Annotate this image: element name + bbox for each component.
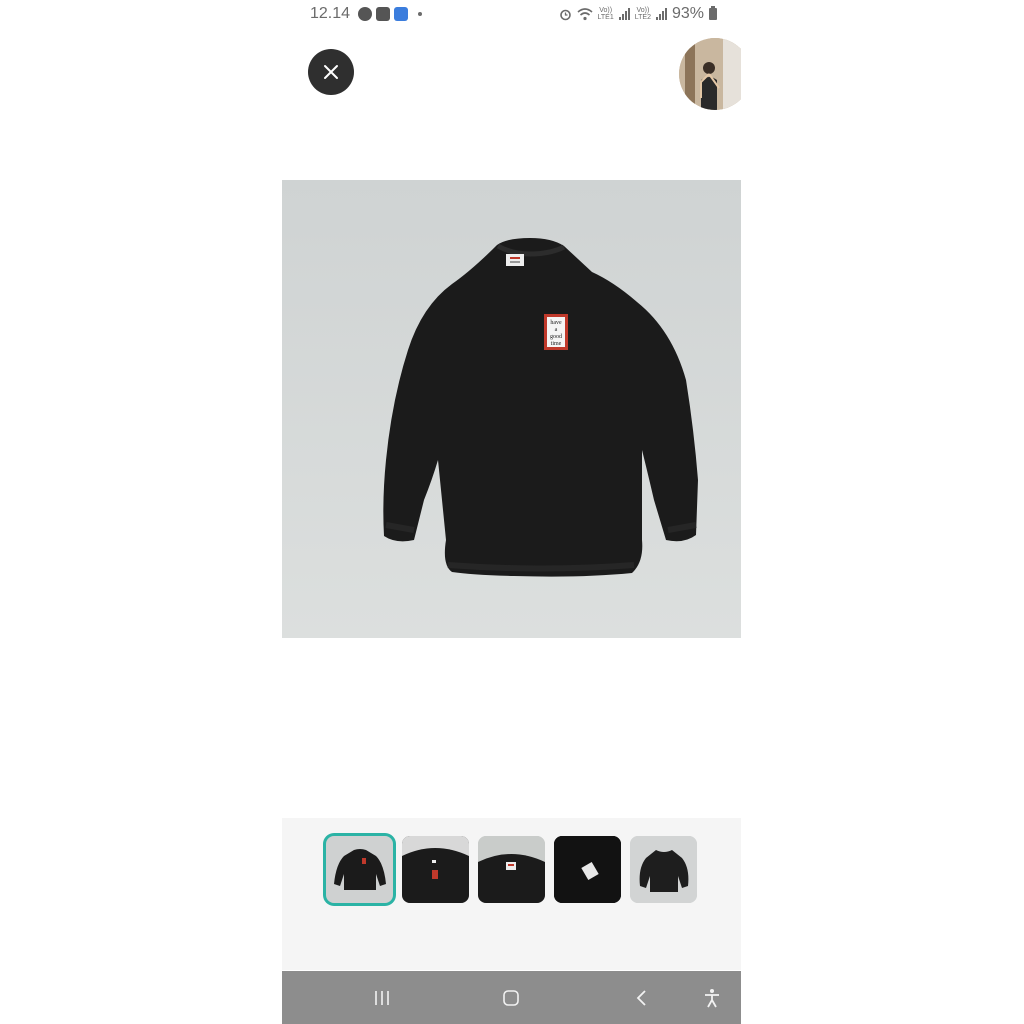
thumbnail-4[interactable] — [554, 836, 621, 903]
lte1-label: Vo)) LTE1 — [598, 7, 614, 21]
app-icon — [376, 7, 390, 21]
more-notifications-dot — [418, 12, 422, 16]
phone-screen: 12.14 Vo)) LTE1 Vo)) LTE2 93% have a goo… — [282, 0, 741, 1024]
signal-1-icon — [618, 8, 630, 20]
alarm-icon — [559, 9, 571, 20]
thumbnail-4-image — [554, 836, 621, 903]
status-time: 12.14 — [310, 5, 351, 22]
back-icon — [636, 989, 646, 1006]
status-bar: 12.14 Vo)) LTE1 Vo)) LTE2 93% — [282, 0, 741, 30]
navigation-bar — [282, 971, 741, 1024]
close-button[interactable] — [308, 49, 354, 95]
thumbnail-2-image — [402, 836, 469, 903]
product-image[interactable]: have a good time — [282, 180, 741, 638]
battery-icon — [709, 6, 717, 20]
thumbnail-2[interactable] — [402, 836, 469, 903]
wifi-icon — [577, 7, 593, 20]
thumbnail-5[interactable] — [630, 836, 697, 903]
avatar-photo — [679, 38, 741, 110]
profile-avatar[interactable] — [679, 38, 741, 110]
thumbnail-3-image — [478, 836, 545, 903]
recents-button[interactable] — [362, 971, 402, 1024]
thumbnail-1-image — [334, 849, 386, 890]
messenger-icon — [358, 7, 372, 21]
home-icon — [503, 989, 519, 1006]
lte2-label: Vo)) LTE2 — [635, 7, 651, 21]
accessibility-icon — [705, 988, 719, 1007]
home-button[interactable] — [491, 971, 531, 1024]
close-icon — [324, 65, 338, 79]
label-line-2: a — [555, 327, 558, 333]
lte1-bottom: LTE1 — [597, 14, 614, 21]
signal-2-icon — [655, 8, 667, 20]
status-right: Vo)) LTE1 Vo)) LTE2 93% — [559, 5, 717, 23]
label-line-4: time — [551, 341, 562, 347]
accessibility-button[interactable] — [692, 971, 732, 1024]
sweatshirt-illustration: have a good time — [383, 238, 698, 577]
back-button[interactable] — [621, 971, 661, 1024]
label-line-3: good — [550, 334, 562, 340]
lte2-top: Vo)) — [636, 7, 650, 14]
lte2-bottom: LTE2 — [634, 14, 651, 21]
notification-icons — [358, 7, 422, 21]
thumbnail-5-image — [630, 836, 697, 903]
thumbnail-1[interactable] — [326, 836, 393, 903]
thumbnail-strip — [282, 818, 741, 970]
lte1-top: Vo)) — [599, 7, 613, 14]
mail-icon — [394, 7, 408, 21]
recents-icon — [375, 990, 389, 1005]
label-line-1: have — [550, 320, 562, 326]
thumbnail-3[interactable] — [478, 836, 545, 903]
battery-percent: 93% — [671, 5, 704, 22]
